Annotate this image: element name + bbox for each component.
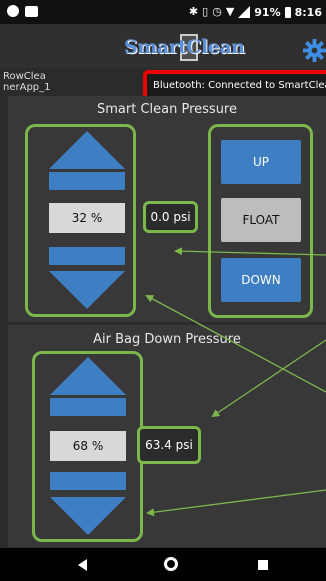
- down-button[interactable]: DOWN: [221, 258, 301, 302]
- vibrate-icon: ▯: [202, 5, 209, 18]
- signal-icon: [238, 6, 251, 18]
- air-bag-increase-bar[interactable]: [50, 398, 126, 416]
- app-name: RowClea nerApp_1: [3, 71, 51, 93]
- panel-title: Air Bag Down Pressure: [93, 332, 241, 347]
- up-button[interactable]: UP: [221, 140, 301, 184]
- recents-icon[interactable]: [258, 560, 268, 570]
- notification-icons: [7, 5, 38, 19]
- status-bar: ✱ ▯ ◷ ▼ 91% 8:16: [0, 0, 326, 24]
- air-bag-percent: 68 %: [50, 431, 126, 461]
- spotify-icon: [7, 5, 19, 17]
- logo-text: SmartClean: [124, 36, 245, 58]
- air-bag-decrease-bar[interactable]: [50, 472, 126, 490]
- pressure-up-arrow-button[interactable]: [49, 131, 125, 169]
- bluetooth-icon: ✱: [188, 5, 199, 18]
- pressure-percent: 32 %: [49, 203, 125, 233]
- back-icon[interactable]: [78, 559, 87, 571]
- system-icons: ✱ ▯ ◷ ▼ 91% 8:16: [189, 4, 322, 20]
- home-icon[interactable]: [164, 557, 178, 571]
- float-button[interactable]: FLOAT: [221, 198, 301, 242]
- air-bag-up-arrow-button[interactable]: [50, 357, 126, 395]
- mail-icon: [25, 6, 38, 17]
- battery-percent: 91%: [254, 5, 281, 19]
- wifi-icon: ▼: [225, 5, 235, 18]
- gear-icon[interactable]: [303, 39, 326, 62]
- smartclean-logo: SmartClean: [124, 34, 245, 64]
- pressure-down-arrow-button[interactable]: [49, 271, 125, 309]
- air-bag-down-arrow-button[interactable]: [50, 497, 126, 535]
- pressure-psi-readout: 0.0 psi: [143, 201, 198, 233]
- navigation-bar: [0, 548, 326, 581]
- alarm-icon: ◷: [212, 5, 222, 18]
- pressure-increase-bar[interactable]: [49, 172, 125, 190]
- panel-title: Smart Clean Pressure: [97, 102, 237, 117]
- air-bag-psi-readout: 63.4 psi: [137, 426, 201, 464]
- battery-icon: [284, 6, 291, 18]
- clock: 8:16: [294, 5, 322, 19]
- pressure-decrease-bar[interactable]: [49, 247, 125, 265]
